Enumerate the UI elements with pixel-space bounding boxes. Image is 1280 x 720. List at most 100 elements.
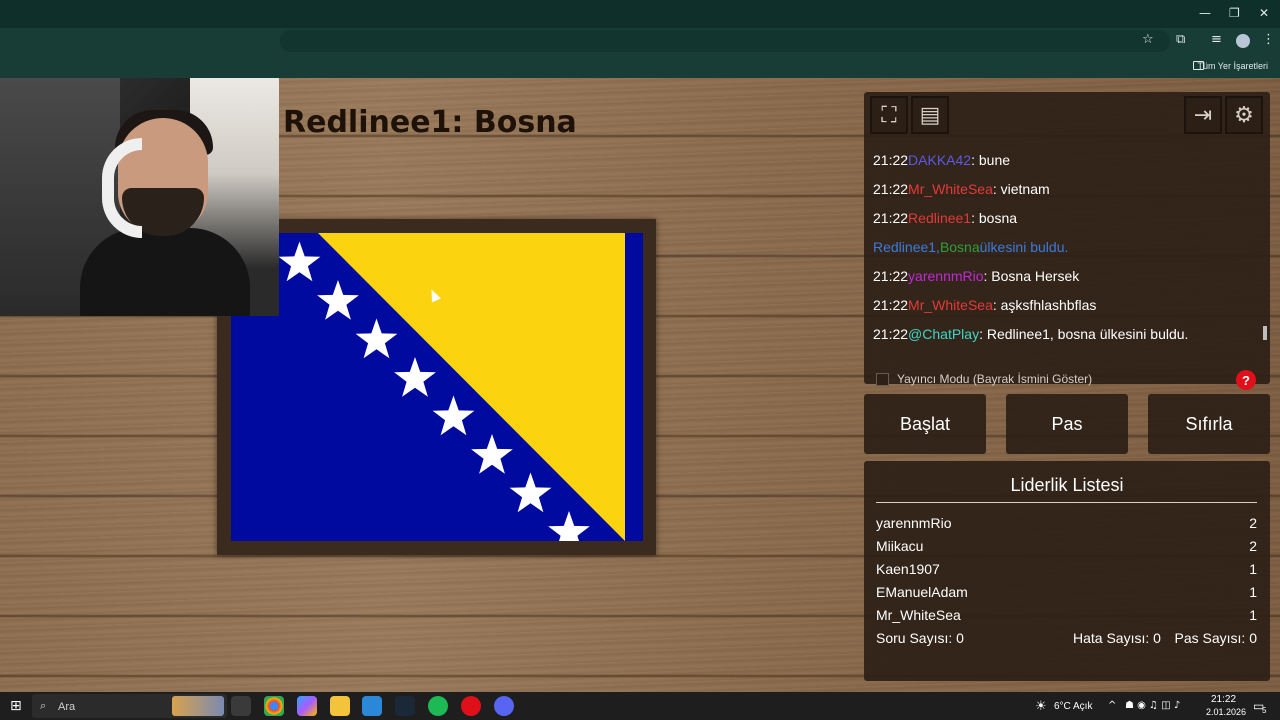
search-icon: ⌕ <box>40 699 47 712</box>
divider <box>876 502 1257 503</box>
chat-timestamp: 21:22 <box>873 297 909 313</box>
weather-text[interactable]: 6°C Açık <box>1054 701 1092 712</box>
streamer-mode-label: Yayıncı Modu (Bayrak İsmini Göster) <box>897 372 1093 386</box>
chat-scrollbar[interactable] <box>1263 326 1267 340</box>
chat-message: 21:22Redlinee1: bosna <box>873 210 1017 226</box>
bookmark-star-icon[interactable]: ☆ <box>1142 32 1154 47</box>
help-button[interactable]: ? <box>1236 370 1256 390</box>
windows-taskbar: ⊞ ⌕ Ara ☀ 6°C Açık ^ ☗ ◉ ♫ ◫ ♪ 21:22 2.0… <box>0 692 1280 720</box>
steam-icon[interactable] <box>395 696 415 716</box>
player-score: 1 <box>1249 607 1257 623</box>
page-title: Redlinee1: Bosna <box>283 105 577 140</box>
weather-icon: ☀ <box>1035 698 1047 713</box>
store-icon[interactable] <box>362 696 382 716</box>
question-count: Soru Sayısı: 0 <box>876 630 964 646</box>
chat-timestamp: 21:22 <box>873 268 909 284</box>
profile-avatar[interactable] <box>1236 34 1250 48</box>
start-button[interactable]: Başlat <box>864 394 986 454</box>
chat-username[interactable]: Redlinee1 <box>908 210 971 226</box>
extensions-icon[interactable]: ⧉ <box>1176 32 1185 47</box>
task-view-icon[interactable] <box>231 696 251 716</box>
chat-text: : Redlinee1, bosna ülkesini buldu. <box>979 326 1189 342</box>
document-icon[interactable]: ▤ <box>911 96 949 134</box>
search-highlight-image <box>172 696 224 716</box>
player-name: yarennmRio <box>876 515 952 531</box>
error-count: Hata Sayısı: 0 <box>1073 630 1161 646</box>
chat-username[interactable]: Redlinee1, <box>873 239 940 255</box>
leaderboard-panel: Liderlik Listesi yarennmRio 2 Miikacu 2 … <box>864 461 1270 681</box>
browser-titlebar <box>0 0 1280 28</box>
file-explorer-icon[interactable] <box>330 696 350 716</box>
spotify-icon[interactable] <box>428 696 448 716</box>
chat-panel: ⛶ ▤ ⇥ ⚙ 21:22DAKKA42: bune 21:22Mr_WhiteS… <box>864 92 1270 390</box>
streamer-mode-row: Yayıncı Modu (Bayrak İsmini Göster) <box>876 372 1092 386</box>
chat-username[interactable]: DAKKA42 <box>908 152 971 168</box>
player-score: 2 <box>1249 515 1257 531</box>
tray-chevron-icon[interactable]: ^ <box>1108 700 1116 711</box>
chat-username[interactable]: Mr_WhiteSea <box>908 181 993 197</box>
player-name: EManuelAdam <box>876 584 968 600</box>
copilot-icon[interactable] <box>297 696 317 716</box>
minimize-button[interactable]: — <box>1199 6 1211 20</box>
clock-date[interactable]: 2.01.2026 <box>1206 707 1246 717</box>
player-name: Kaen1907 <box>876 561 940 577</box>
leaderboard-row: Mr_WhiteSea 1 <box>876 607 1257 623</box>
chat-text: ülkesini buldu. <box>979 239 1069 255</box>
player-name: Miikacu <box>876 538 924 554</box>
chat-text: : bosna <box>971 210 1018 226</box>
chat-text: : vietnam <box>992 181 1050 197</box>
exit-icon[interactable]: ⇥ <box>1184 96 1222 134</box>
leaderboard-row: Kaen1907 1 <box>876 561 1257 577</box>
address-bar[interactable] <box>280 30 1170 52</box>
chat-username[interactable]: @ChatPlay <box>908 326 979 342</box>
chat-timestamp: 21:22 <box>873 326 909 342</box>
notification-badge: 5 <box>1262 706 1267 715</box>
chat-username[interactable]: Mr_WhiteSea <box>908 297 993 313</box>
player-score: 1 <box>1249 584 1257 600</box>
all-bookmarks-link[interactable]: Tüm Yer İşaretleri <box>1197 61 1268 71</box>
settings-gear-icon[interactable]: ⚙ <box>1225 96 1263 134</box>
chat-message: 21:22DAKKA42: bune <box>873 152 1010 168</box>
media-control-icon[interactable]: ≡ <box>1211 32 1222 47</box>
chat-text: : aşksfhlashbflas <box>992 297 1097 313</box>
chrome-icon[interactable] <box>264 696 284 716</box>
pass-button[interactable]: Pas <box>1006 394 1128 454</box>
chat-text: : bune <box>971 152 1011 168</box>
webcam-overlay <box>0 78 279 316</box>
chat-text: : Bosna Hersek <box>983 268 1080 284</box>
player-score: 1 <box>1249 561 1257 577</box>
bookmarks-bar <box>0 54 1280 78</box>
close-button[interactable]: ✕ <box>1259 6 1269 20</box>
chat-message: 21:22Mr_WhiteSea: vietnam <box>873 181 1050 197</box>
chat-system-message: Redlinee1,Bosnaülkesini buldu. <box>873 239 1068 255</box>
chat-message: 21:22@ChatPlay: Redlinee1, bosna ülkesin… <box>873 326 1188 342</box>
chat-message: 21:22Mr_WhiteSea: aşksfhlashbflas <box>873 297 1096 313</box>
reset-button[interactable]: Sıfırla <box>1148 394 1270 454</box>
chat-message: 21:22yarennmRio: Bosna Hersek <box>873 268 1079 284</box>
menu-icon[interactable]: ⋮ <box>1262 32 1275 47</box>
search-placeholder: Ara <box>58 701 76 713</box>
leaderboard-row: Miikacu 2 <box>876 538 1257 554</box>
taskbar-search[interactable]: ⌕ Ara <box>32 694 227 718</box>
player-score: 2 <box>1249 538 1257 554</box>
leaderboard-row: EManuelAdam 1 <box>876 584 1257 600</box>
fullscreen-icon[interactable]: ⛶ <box>870 96 908 134</box>
clock-time[interactable]: 21:22 <box>1211 694 1236 705</box>
chat-timestamp: 21:22 <box>873 181 909 197</box>
bosnia-flag-image <box>231 233 643 541</box>
chat-country: Bosna <box>939 239 980 255</box>
chat-timestamp: 21:22 <box>873 152 909 168</box>
chat-username[interactable]: yarennmRio <box>908 268 983 284</box>
app-icon[interactable] <box>461 696 481 716</box>
game-page: Redlinee1: Bosna ⛶ ▤ ⇥ ⚙ 21:22DAKKA42: b… <box>0 78 1280 692</box>
maximize-button[interactable]: ❐ <box>1229 6 1240 20</box>
windows-start-icon[interactable]: ⊞ <box>10 698 22 714</box>
chat-timestamp: 21:22 <box>873 210 909 226</box>
discord-icon[interactable] <box>494 696 514 716</box>
streamer-mode-checkbox[interactable] <box>876 372 889 386</box>
leaderboard-row: yarennmRio 2 <box>876 515 1257 531</box>
player-name: Mr_WhiteSea <box>876 607 961 623</box>
leaderboard-title: Liderlik Listesi <box>1010 475 1124 495</box>
tray-apps-icon[interactable]: ☗ ◉ ♫ ◫ ♪ <box>1125 700 1180 711</box>
pass-count: Pas Sayısı: 0 <box>1174 630 1257 646</box>
